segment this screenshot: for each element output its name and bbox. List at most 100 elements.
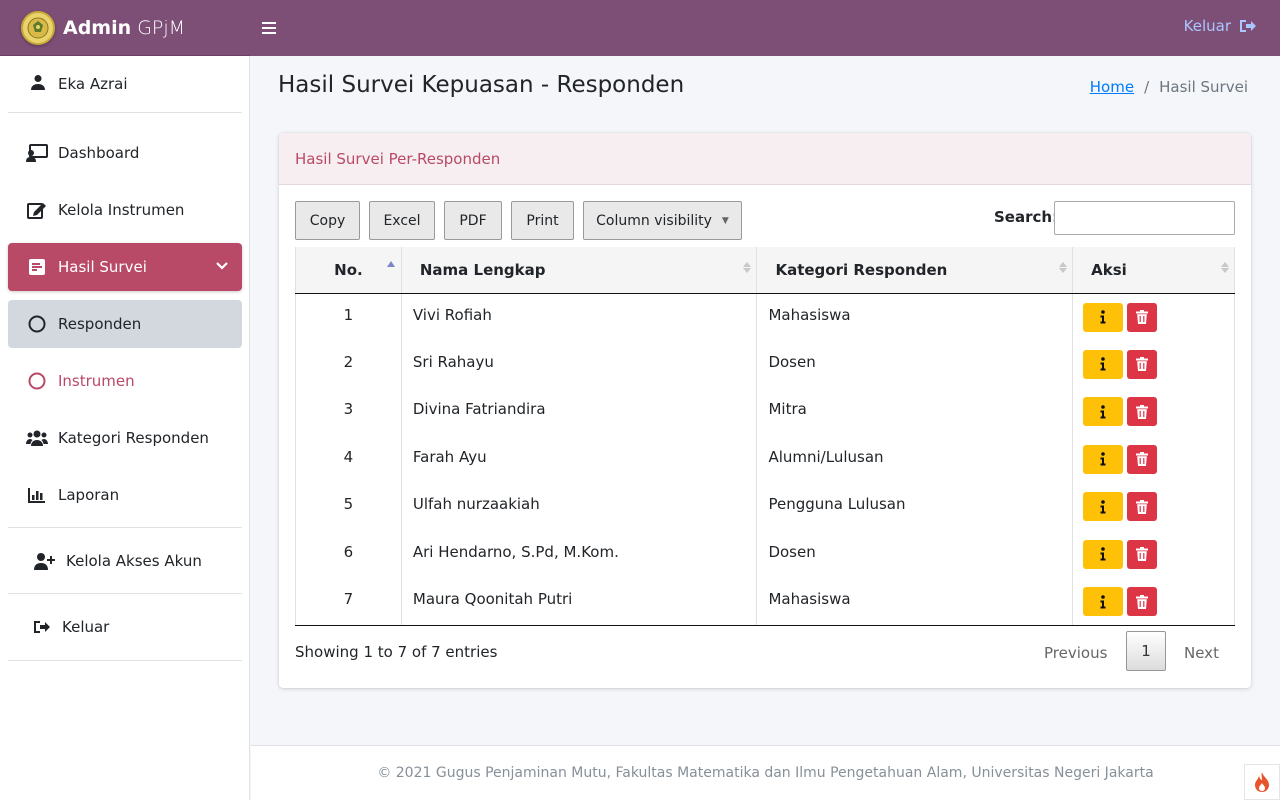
cell-aksi <box>1072 293 1235 341</box>
sidebar-item-kategori-responden[interactable]: Kategori Responden <box>8 414 242 462</box>
users-icon <box>26 430 48 446</box>
info-button[interactable] <box>1083 302 1124 332</box>
breadcrumb: Home / Hasil Survei <box>1090 78 1248 96</box>
column-header-nama-lengkap[interactable]: Nama Lengkap <box>400 247 757 294</box>
sidebar-divider <box>8 527 242 528</box>
info-button[interactable] <box>1083 349 1124 379</box>
delete-button[interactable] <box>1127 302 1158 332</box>
sidebar-item-laporan[interactable]: Laporan <box>8 471 242 519</box>
caret-down-icon: ▼ <box>721 215 729 226</box>
info-button[interactable] <box>1083 492 1124 521</box>
chevron-down-icon <box>216 257 228 275</box>
cell-no: 6 <box>295 530 402 578</box>
search-input[interactable] <box>1054 201 1235 235</box>
delete-button[interactable] <box>1127 349 1158 379</box>
edit-icon <box>26 201 48 219</box>
table-row: 1 Vivi Rofiah Mahasiswa <box>295 293 1235 341</box>
breadcrumb-home-link[interactable]: Home <box>1090 78 1134 96</box>
top-navbar: Admin GPjM Keluar <box>0 0 1280 56</box>
delete-button[interactable] <box>1127 539 1158 569</box>
cell-kategori-responden: Mahasiswa <box>756 578 1073 626</box>
pagination-next[interactable]: Next <box>1184 644 1219 662</box>
cell-kategori-responden: Mahasiswa <box>756 293 1073 341</box>
sidebar-item-hasil-survei[interactable]: Hasil Survei <box>8 243 242 291</box>
sidebar-item-label: Kategori Responden <box>58 429 209 447</box>
table-row: 5 Ulfah nurzaakiah Pengguna Lulusan <box>295 483 1235 531</box>
info-button[interactable] <box>1083 539 1124 569</box>
column-header-no[interactable]: No. <box>295 247 402 294</box>
logout-link[interactable]: Keluar <box>1184 17 1256 35</box>
info-button[interactable] <box>1083 444 1124 474</box>
sidebar-item-label: Dashboard <box>58 144 140 162</box>
delete-button[interactable] <box>1127 444 1158 474</box>
cell-nama-lengkap: Ari Hendarno, S.Pd, M.Kom. <box>400 530 757 578</box>
sign-out-icon <box>30 620 52 634</box>
brand-link[interactable]: Admin GPjM <box>0 0 250 56</box>
cell-no: 3 <box>295 388 402 436</box>
cell-nama-lengkap: Ulfah nurzaakiah <box>400 483 757 531</box>
column-visibility-label: Column visibility <box>596 212 712 229</box>
delete-button[interactable] <box>1127 397 1158 426</box>
table-row: 7 Maura Qoonitah Putri Mahasiswa <box>295 578 1235 626</box>
info-button[interactable] <box>1083 587 1124 616</box>
column-header-kategori-responden[interactable]: Kategori Responden <box>756 247 1073 294</box>
sort-icon <box>1059 262 1068 273</box>
trash-icon <box>1136 404 1149 419</box>
cell-nama-lengkap: Maura Qoonitah Putri <box>400 578 757 626</box>
copy-button[interactable]: Copy <box>295 201 360 240</box>
sidebar-item-kelola-instrumen[interactable]: Kelola Instrumen <box>8 186 242 234</box>
excel-button[interactable]: Excel <box>369 201 435 240</box>
sidebar-item-label: Responden <box>58 315 142 333</box>
delete-button[interactable] <box>1127 587 1158 616</box>
cell-nama-lengkap: Farah Ayu <box>400 435 757 483</box>
column-header-aksi[interactable]: Aksi <box>1072 247 1235 294</box>
table-row: 6 Ari Hendarno, S.Pd, M.Kom. Dosen <box>295 530 1235 578</box>
pagination-previous[interactable]: Previous <box>1044 644 1107 662</box>
chart-bar-icon <box>26 487 48 503</box>
table-header-row: No. Nama Lengkap Kategori Responden Aksi <box>295 247 1235 294</box>
sidebar-item-kelola-akses-akun[interactable]: Kelola Akses Akun <box>8 537 242 585</box>
info-icon <box>1100 452 1106 466</box>
cell-aksi <box>1072 483 1235 531</box>
column-visibility-button[interactable]: Column visibility ▼ <box>583 201 742 240</box>
print-button[interactable]: Print <box>511 201 574 240</box>
sort-asc-icon <box>386 261 395 267</box>
sort-icon <box>1221 262 1229 273</box>
cell-nama-lengkap: Vivi Rofiah <box>400 293 757 341</box>
cell-no: 4 <box>295 435 402 483</box>
trash-icon <box>1136 357 1149 371</box>
cell-kategori-responden: Pengguna Lulusan <box>756 483 1073 531</box>
card-title: Hasil Survei Per-Responden <box>279 133 1251 185</box>
trash-icon <box>1136 594 1149 609</box>
user-panel[interactable]: Eka Azrai <box>8 56 242 113</box>
cell-kategori-responden: Dosen <box>756 530 1073 578</box>
sidebar-divider <box>8 660 242 661</box>
cell-no: 1 <box>295 293 402 341</box>
cell-no: 2 <box>295 340 402 388</box>
brand-logo <box>21 10 55 45</box>
info-icon <box>1100 499 1106 513</box>
sidebar-item-keluar[interactable]: Keluar <box>8 603 242 651</box>
sidebar-item-dashboard[interactable]: Dashboard <box>8 129 242 177</box>
sidebar-item-instrumen[interactable]: Instrumen <box>8 357 242 405</box>
cell-aksi <box>1072 340 1235 388</box>
pagination-page-1[interactable]: 1 <box>1126 631 1166 671</box>
info-icon <box>1100 357 1106 371</box>
hamburger-menu-icon[interactable] <box>262 17 284 39</box>
cell-aksi <box>1072 435 1235 483</box>
user-name: Eka Azrai <box>58 75 128 93</box>
sidebar-item-label: Hasil Survei <box>58 258 147 276</box>
flame-icon[interactable] <box>1244 764 1280 800</box>
pdf-button[interactable]: PDF <box>444 201 502 240</box>
delete-button[interactable] <box>1127 492 1158 521</box>
cell-kategori-responden: Dosen <box>756 340 1073 388</box>
sign-out-icon <box>1239 19 1256 33</box>
breadcrumb-current: Hasil Survei <box>1159 78 1248 96</box>
page-title: Hasil Survei Kepuasan - Responden <box>278 72 685 98</box>
poll-icon <box>26 259 48 275</box>
info-icon <box>1100 594 1106 608</box>
search-label: Search: <box>994 208 1059 226</box>
logout-label: Keluar <box>1183 17 1231 35</box>
info-button[interactable] <box>1083 397 1124 426</box>
sidebar-item-responden[interactable]: Responden <box>8 300 242 348</box>
